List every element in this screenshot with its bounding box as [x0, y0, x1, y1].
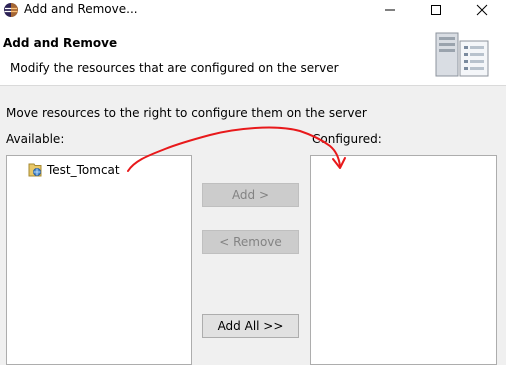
minimize-icon — [385, 9, 395, 11]
available-label: Available: — [6, 132, 65, 146]
maximize-button[interactable] — [421, 0, 451, 20]
maximize-icon — [431, 5, 441, 15]
window-titlebar[interactable]: Add and Remove... — [0, 0, 506, 20]
header-title: Add and Remove — [3, 36, 118, 50]
close-button[interactable] — [467, 0, 497, 20]
remove-button[interactable]: < Remove — [202, 230, 299, 254]
available-list[interactable]: Test_Tomcat — [6, 155, 192, 365]
minimize-button[interactable] — [375, 0, 405, 20]
add-button[interactable]: Add > — [202, 183, 299, 207]
header-description: Modify the resources that are configured… — [10, 61, 339, 75]
dialog-header: Add and Remove Modify the resources that… — [0, 20, 506, 86]
server-icon — [434, 32, 490, 78]
list-item-label: Test_Tomcat — [47, 163, 120, 177]
close-icon — [476, 4, 488, 16]
add-all-button[interactable]: Add All >> — [202, 314, 299, 338]
configured-label: Configured: — [312, 132, 382, 146]
instruction-text: Move resources to the right to configure… — [6, 106, 367, 120]
configured-list[interactable] — [310, 155, 497, 365]
window-title: Add and Remove... — [24, 2, 138, 16]
eclipse-app-icon — [3, 2, 19, 18]
web-project-icon — [28, 163, 42, 177]
